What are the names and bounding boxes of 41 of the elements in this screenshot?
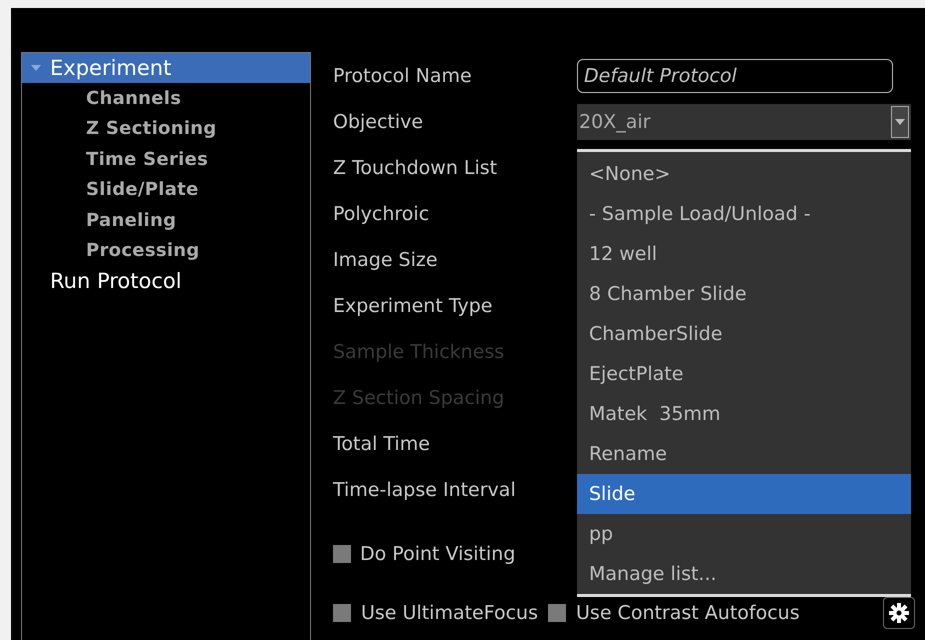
settings-button[interactable] bbox=[883, 597, 915, 629]
field-label: Sample Thickness bbox=[333, 341, 506, 363]
dropdown-option[interactable]: ChamberSlide bbox=[577, 314, 911, 354]
dropdown-option[interactable]: Manage list... bbox=[577, 554, 911, 594]
tree-item[interactable]: Channels bbox=[22, 83, 310, 114]
caret-icon bbox=[895, 119, 905, 125]
field-label: Experiment Type bbox=[333, 295, 494, 317]
tree-item[interactable]: Z Sectioning bbox=[22, 114, 310, 144]
tree-item[interactable]: Run Protocol bbox=[22, 266, 310, 296]
dropdown-option[interactable]: Matek 35mm bbox=[577, 394, 911, 434]
tree-item[interactable]: Time Series bbox=[22, 144, 310, 174]
dropdown-option[interactable]: 12 well bbox=[577, 234, 911, 274]
tree-item[interactable]: Slide/Plate bbox=[22, 174, 310, 205]
checkbox[interactable] bbox=[333, 604, 351, 622]
caret-icon[interactable] bbox=[30, 64, 42, 72]
checkbox[interactable] bbox=[548, 604, 566, 622]
field-label: Objective bbox=[333, 111, 424, 133]
dropdown-option[interactable]: Rename bbox=[577, 434, 911, 474]
settings-icon bbox=[889, 603, 909, 623]
checkbox-label: Do Point Visiting bbox=[360, 543, 516, 565]
dropdown-option[interactable]: EjectPlate bbox=[577, 354, 911, 394]
tree-item[interactable]: Paneling bbox=[22, 205, 310, 236]
field-label: Protocol Name bbox=[333, 65, 473, 87]
field-label: Time-lapse Interval bbox=[333, 479, 517, 501]
dropdown-option[interactable]: pp bbox=[577, 514, 911, 554]
tree-item[interactable]: Experiment bbox=[22, 53, 310, 83]
tree-item[interactable]: Processing bbox=[22, 236, 310, 266]
checkbox[interactable] bbox=[333, 545, 351, 563]
field-label: Image Size bbox=[333, 249, 439, 271]
dropdown-option[interactable]: - Sample Load/Unload - bbox=[577, 194, 911, 234]
checkbox-label: Use UltimateFocus bbox=[361, 602, 538, 624]
dropdown-option[interactable]: <None> bbox=[577, 154, 911, 194]
dropdown-option[interactable]: Slide bbox=[577, 474, 911, 514]
field-label: Polychroic bbox=[333, 203, 430, 225]
checkbox-label: Use Contrast Autofocus bbox=[576, 602, 800, 624]
field-label: Z Touchdown List bbox=[333, 157, 498, 179]
dropdown[interactable]: 20X_air bbox=[577, 104, 911, 140]
field-label: Z Section Spacing bbox=[333, 387, 506, 409]
dropdown-option[interactable]: 8 Chamber Slide bbox=[577, 274, 911, 314]
field-label: Total Time bbox=[333, 433, 431, 455]
input-field[interactable]: Default Protocol bbox=[577, 59, 893, 93]
